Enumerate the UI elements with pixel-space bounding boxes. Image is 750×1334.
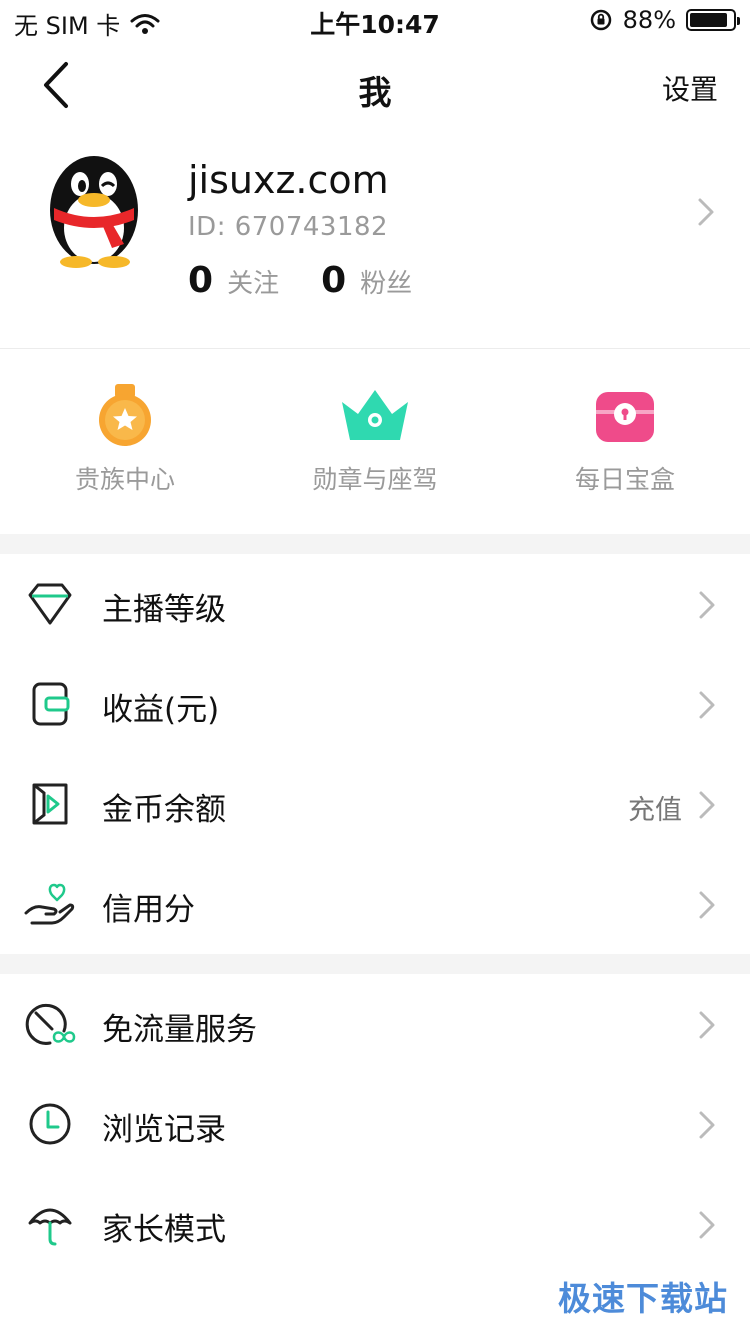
profile-stats: 0 关注 0 粉丝 bbox=[188, 260, 454, 301]
wallet-icon bbox=[32, 682, 70, 726]
menu-label: 金币余额 bbox=[102, 792, 226, 828]
quick-label: 每日宝盒 bbox=[574, 465, 675, 494]
username: jisuxz.com bbox=[188, 158, 389, 202]
user-id: ID: 670743182 bbox=[188, 212, 389, 242]
quick-actions: 贵族中心 勋章与座驾 每日宝盒 bbox=[0, 348, 750, 534]
menu-label: 浏览记录 bbox=[102, 1112, 226, 1148]
quick-label: 勋章与座驾 bbox=[312, 465, 438, 494]
menu-item-data-free[interactable]: 免流量服务 bbox=[0, 974, 750, 1074]
following-count[interactable]: 0 bbox=[188, 260, 213, 301]
chevron-right-icon bbox=[699, 1011, 715, 1039]
diamond-icon bbox=[28, 583, 72, 625]
chevron-right-icon bbox=[699, 591, 715, 619]
battery-icon bbox=[686, 9, 740, 31]
menu-label: 主播等级 bbox=[102, 592, 226, 628]
battery-percent: 88% bbox=[622, 6, 676, 34]
status-right: 88% bbox=[589, 6, 740, 34]
watermark: 极速下载站 bbox=[558, 1279, 728, 1318]
page-title: 我 bbox=[358, 73, 392, 112]
menu-item-streamer-level[interactable]: 主播等级 bbox=[0, 554, 750, 654]
medal-icon bbox=[99, 384, 151, 446]
crown-icon bbox=[342, 390, 408, 440]
menu-item-history[interactable]: 浏览记录 bbox=[0, 1074, 750, 1174]
chevron-right-icon bbox=[699, 1211, 715, 1239]
orientation-lock-icon bbox=[590, 9, 611, 31]
chevron-right-icon bbox=[699, 791, 715, 819]
chevron-right-icon bbox=[699, 891, 715, 919]
section-gap bbox=[0, 534, 750, 554]
chevron-right-icon bbox=[698, 198, 714, 226]
battery-fill bbox=[690, 13, 727, 27]
menu-label: 家长模式 bbox=[102, 1212, 226, 1248]
menu-item-earnings[interactable]: 收益(元) bbox=[0, 654, 750, 754]
nav-bar: 我 设置 bbox=[0, 40, 750, 130]
quick-item-noble-center[interactable]: 贵族中心 bbox=[0, 384, 250, 496]
status-bar: 无 SIM 卡 上午10:47 88% bbox=[0, 0, 750, 40]
section-gap bbox=[0, 954, 750, 974]
chevron-right-icon bbox=[699, 691, 715, 719]
menu-label: 信用分 bbox=[102, 892, 195, 928]
umbrella-icon bbox=[28, 1208, 72, 1246]
menu-label: 免流量服务 bbox=[102, 1012, 257, 1048]
quick-label: 贵族中心 bbox=[74, 465, 175, 494]
recharge-link[interactable]: 充值 bbox=[628, 788, 682, 827]
menu-item-coin-balance[interactable]: 金币余额 充值 bbox=[0, 754, 750, 854]
following-label[interactable]: 关注 bbox=[227, 263, 279, 300]
menu-label: 收益(元) bbox=[102, 692, 220, 728]
profile-card[interactable]: jisuxz.com ID: 670743182 0 关注 0 粉丝 bbox=[0, 140, 750, 348]
settings-button[interactable]: 设置 bbox=[662, 68, 718, 108]
menu-item-parental-mode[interactable]: 家长模式 bbox=[0, 1174, 750, 1274]
quick-item-medals-mounts[interactable]: 勋章与座驾 bbox=[250, 384, 500, 496]
treasure-box-icon bbox=[596, 392, 654, 442]
quick-item-daily-box[interactable]: 每日宝盒 bbox=[500, 384, 750, 496]
fans-label[interactable]: 粉丝 bbox=[360, 263, 412, 300]
avatar[interactable] bbox=[40, 148, 148, 268]
hand-heart-icon bbox=[24, 883, 75, 925]
data-free-icon bbox=[25, 1003, 76, 1045]
clock-icon bbox=[29, 1103, 71, 1145]
fans-count[interactable]: 0 bbox=[321, 260, 346, 301]
chevron-right-icon bbox=[699, 1111, 715, 1139]
coin-balance-icon bbox=[32, 783, 68, 825]
menu-item-credit-score[interactable]: 信用分 bbox=[0, 854, 750, 954]
